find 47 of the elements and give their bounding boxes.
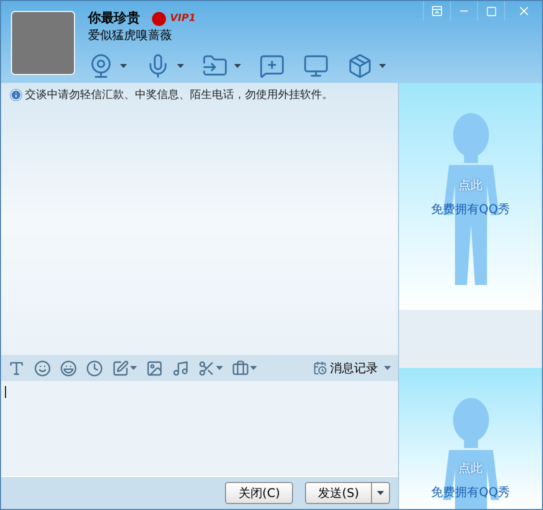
message-plus-icon <box>259 52 285 78</box>
format-button[interactable] <box>112 360 137 376</box>
scissors-icon <box>198 360 215 376</box>
music-note-icon <box>172 360 189 376</box>
font-icon <box>8 360 25 376</box>
message-input[interactable] <box>1 381 398 476</box>
box-icon <box>347 52 373 78</box>
caret-icon <box>216 366 223 370</box>
vip-label: VIP1 <box>170 12 196 26</box>
history-button[interactable]: 消息记录 <box>313 359 391 377</box>
maximize-icon <box>486 6 496 16</box>
calendar-icon <box>313 361 327 375</box>
format-button[interactable] <box>146 360 163 376</box>
image-icon <box>146 360 163 376</box>
clock-icon <box>86 360 103 376</box>
info-icon <box>10 89 22 102</box>
face-icon <box>60 360 77 376</box>
caret-icon <box>384 366 391 370</box>
action-button[interactable]: 发送(S) <box>305 482 372 504</box>
text-cursor <box>5 386 6 398</box>
contact-signature: 爱似猛虎嗅蔷薇 <box>88 28 173 40</box>
security-notice: 交谈中请勿轻信汇款、中奖信息、陌生电话，勿使用外挂软件。 <box>25 87 333 103</box>
caret-icon <box>250 366 257 370</box>
format-button[interactable] <box>60 360 77 376</box>
format-button[interactable] <box>172 360 189 376</box>
caret-icon <box>234 64 241 68</box>
caret-icon <box>130 366 137 370</box>
format-button[interactable] <box>198 360 223 376</box>
promo-text: 点此 <box>458 460 482 477</box>
dropdown-icon <box>431 5 443 17</box>
monitor-icon <box>303 52 329 78</box>
smiley-icon <box>34 360 51 376</box>
briefcase-icon <box>232 360 249 376</box>
caret-icon <box>377 491 384 495</box>
format-button[interactable] <box>8 360 25 376</box>
format-button[interactable] <box>86 360 103 376</box>
format-button[interactable] <box>232 360 257 376</box>
caret-icon <box>177 64 184 68</box>
caret-icon <box>379 64 386 68</box>
pen-square-icon <box>112 360 129 376</box>
format-button[interactable] <box>34 360 51 376</box>
caret-icon <box>120 64 127 68</box>
contact-name: 你最珍贵 <box>88 10 140 28</box>
action-button[interactable]: 关闭(C) <box>225 482 294 504</box>
send-options-button[interactable] <box>372 482 390 504</box>
avatar-photo[interactable] <box>11 11 75 75</box>
promo-text: 点此 <box>458 176 482 194</box>
